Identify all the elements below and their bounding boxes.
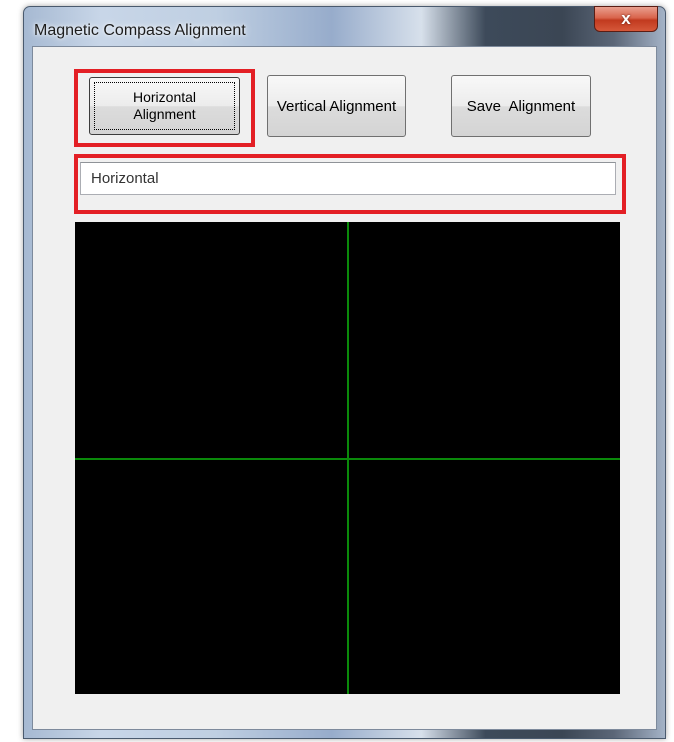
- vertical-alignment-button[interactable]: Vertical Alignment: [267, 75, 406, 137]
- close-button[interactable]: x: [594, 6, 658, 32]
- alignment-display: [75, 222, 620, 694]
- highlight-box-horizontal-button: [74, 69, 255, 147]
- highlight-box-mode-field: [74, 154, 626, 214]
- client-area: Horizontal Alignment Vertical Alignment …: [32, 46, 657, 730]
- title-bar[interactable]: Magnetic Compass Alignment x: [24, 6, 665, 47]
- close-icon: x: [621, 9, 631, 28]
- app-window: Magnetic Compass Alignment x Horizontal …: [23, 6, 666, 739]
- save-alignment-button[interactable]: Save Alignment: [451, 75, 591, 137]
- window-title: Magnetic Compass Alignment: [34, 22, 246, 39]
